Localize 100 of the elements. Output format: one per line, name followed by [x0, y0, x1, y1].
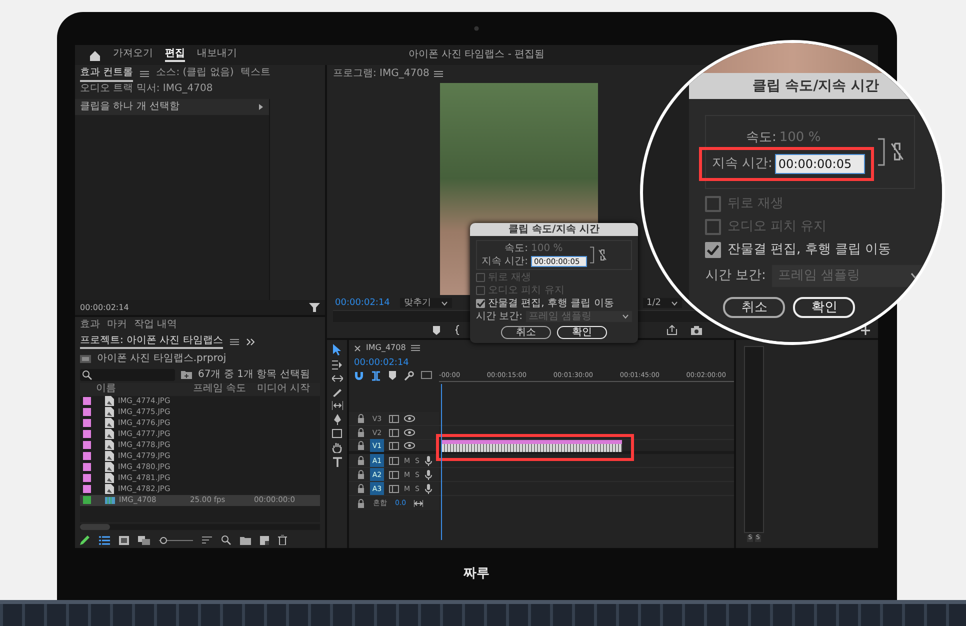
add-icon[interactable] [861, 326, 870, 334]
panel-title[interactable]: IMG_4708 [366, 343, 406, 353]
trash-icon[interactable] [278, 535, 287, 545]
checkbox[interactable] [705, 196, 722, 212]
fit-icon[interactable] [414, 500, 424, 507]
lock-icon[interactable] [357, 498, 365, 508]
image-file-icon [105, 440, 114, 450]
timecode[interactable]: 00:00:02:14 [335, 298, 390, 308]
mark-in-icon[interactable] [455, 325, 460, 335]
pen-icon[interactable] [332, 414, 342, 425]
lock-icon[interactable] [357, 484, 365, 494]
snap-icon[interactable] [354, 371, 364, 382]
freeform-view-icon[interactable] [138, 536, 150, 544]
panel-tab[interactable]: 소스: (클립 없음) [156, 67, 234, 82]
filter-icon[interactable] [309, 302, 320, 313]
panel-tab[interactable]: 오디오 트랙 믹서: IMG_4708 [80, 82, 213, 97]
cancel-button[interactable]: 취소 [501, 326, 551, 339]
microphone-icon[interactable] [424, 484, 432, 494]
column-header[interactable]: 미디어 시작 [254, 383, 320, 395]
selection-arrow-icon[interactable] [332, 344, 342, 356]
panel-tab[interactable]: 효과 컨트롤 [80, 67, 134, 82]
new-item-icon[interactable] [260, 536, 269, 544]
image-file-icon [105, 396, 114, 406]
search-icon[interactable] [221, 535, 231, 545]
chevrons-icon[interactable] [246, 338, 255, 346]
panel-tab[interactable]: 효과 [80, 319, 100, 334]
search-field[interactable] [80, 368, 175, 380]
ripple-edit-icon[interactable] [332, 374, 342, 383]
ok-button[interactable]: 확인 [557, 326, 607, 339]
menu-icon[interactable] [434, 70, 444, 78]
lock-icon[interactable] [357, 470, 365, 480]
image-file-icon [105, 407, 114, 417]
sync-lock-icon[interactable] [389, 414, 399, 423]
checkbox[interactable] [476, 273, 485, 282]
menu-icon[interactable] [140, 70, 150, 78]
checkbox[interactable] [705, 242, 722, 258]
workspace-tab[interactable]: 가져오기 [113, 48, 153, 62]
pencil-icon[interactable] [80, 535, 90, 545]
home-icon[interactable] [89, 50, 101, 60]
lock-icon[interactable] [357, 456, 365, 466]
unlink-icon[interactable] [598, 249, 607, 261]
marker-icon[interactable] [388, 371, 397, 380]
sync-lock-icon[interactable] [389, 428, 399, 437]
menu-icon[interactable] [410, 344, 420, 352]
microphone-icon[interactable] [424, 456, 432, 466]
cancel-button[interactable]: 취소 [723, 297, 786, 318]
folder-icon[interactable] [240, 536, 251, 544]
workspace-tab[interactable]: 편집 [165, 48, 185, 62]
sync-lock-icon[interactable] [389, 442, 399, 450]
razor-icon[interactable] [332, 387, 342, 397]
checkbox[interactable] [705, 219, 722, 235]
play-triangle-icon[interactable] [258, 102, 264, 111]
lock-icon[interactable] [357, 428, 365, 438]
lock-icon[interactable] [357, 414, 365, 424]
menu-icon[interactable] [230, 338, 239, 346]
panel-tab[interactable]: 작업 내역 [134, 319, 178, 334]
panel-tab[interactable]: 텍스트 [240, 67, 271, 82]
unlink-icon[interactable] [890, 142, 905, 162]
sync-lock-icon[interactable] [389, 470, 399, 479]
microphone-icon[interactable] [424, 470, 432, 480]
captions-icon[interactable] [421, 371, 432, 380]
sort-icon[interactable] [202, 536, 212, 544]
panel-tab[interactable]: 마커 [107, 319, 127, 334]
column-header[interactable]: 프레임 속도 [190, 383, 254, 395]
sync-lock-icon[interactable] [389, 456, 399, 465]
export-icon[interactable] [667, 325, 677, 335]
camera-icon[interactable] [691, 326, 702, 334]
panel-tab[interactable]: 프로젝트: 아이폰 사진 타임랩스 [80, 334, 223, 349]
slip-icon[interactable] [332, 401, 342, 410]
lock-icon[interactable] [357, 441, 365, 450]
close-icon[interactable] [354, 344, 361, 352]
duration-field[interactable]: 00:00:00:05 [775, 154, 866, 174]
eye-icon[interactable] [404, 442, 415, 450]
linked-selection-icon[interactable] [371, 371, 381, 382]
list-view-icon[interactable] [99, 536, 110, 544]
checkbox[interactable] [476, 299, 485, 308]
panel-title[interactable]: 프로그램: IMG_4708 [333, 68, 430, 80]
fit-dropdown[interactable]: 맞추기 [400, 298, 452, 308]
workspace-tab[interactable]: 내보내기 [197, 48, 237, 62]
column-header[interactable]: 이름 [80, 383, 190, 395]
text-tool-icon[interactable] [332, 457, 342, 467]
zoom-slider[interactable] [159, 536, 193, 544]
ok-button[interactable]: 확인 [793, 297, 856, 318]
marker-icon[interactable] [432, 326, 441, 334]
icon-view-icon[interactable] [119, 536, 129, 544]
scrollbar-thumb[interactable] [80, 524, 110, 530]
wrench-icon[interactable] [404, 371, 414, 382]
checkbox[interactable] [476, 286, 485, 295]
eye-icon[interactable] [404, 415, 415, 422]
timecode[interactable]: 00:00:02:14 [354, 358, 409, 368]
new-bin-icon[interactable] [181, 370, 192, 379]
sync-lock-icon[interactable] [389, 484, 399, 493]
field-label: 속도: [744, 130, 776, 146]
rectangle-icon[interactable] [332, 429, 342, 438]
video-clip[interactable] [442, 440, 622, 452]
slider-thumb[interactable] [160, 536, 168, 544]
hand-icon[interactable] [332, 442, 342, 453]
eye-icon[interactable] [404, 429, 415, 436]
resolution-dropdown[interactable]: 1/2 [642, 298, 682, 308]
track-select-icon[interactable] [332, 360, 342, 370]
